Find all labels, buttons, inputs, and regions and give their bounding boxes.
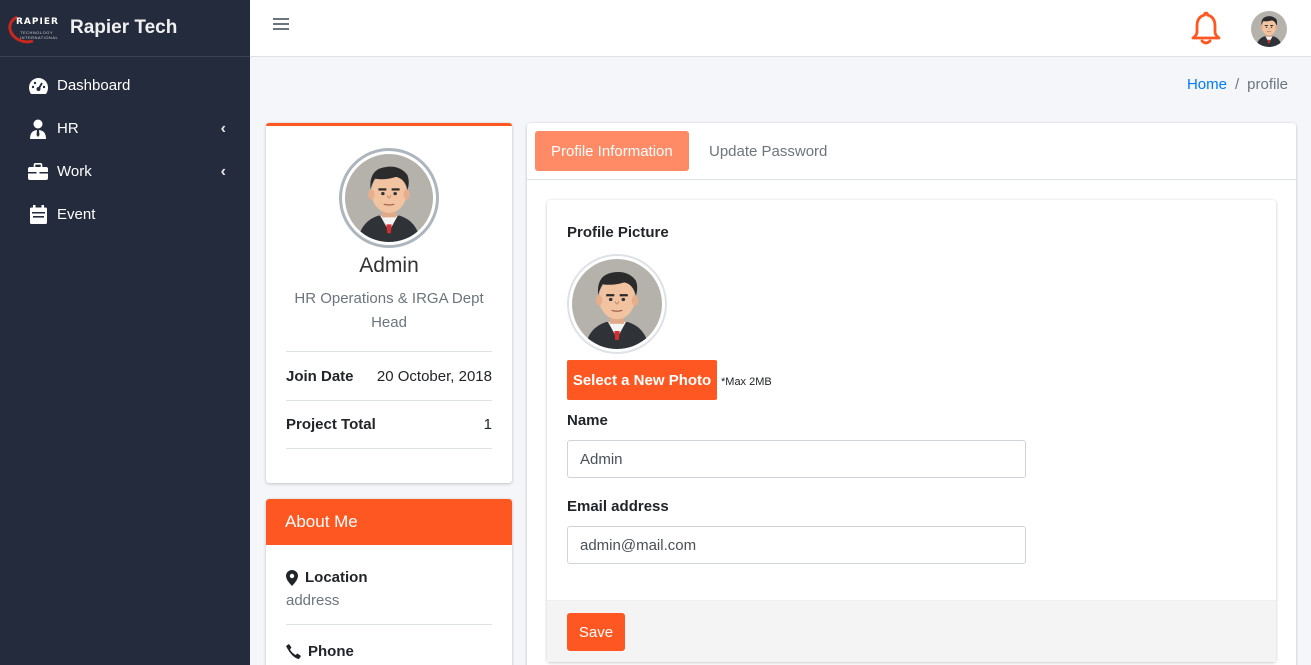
divider bbox=[286, 624, 492, 625]
max-size-note: *Max 2MB bbox=[721, 376, 772, 388]
topbar bbox=[250, 0, 1311, 57]
calendar-icon bbox=[27, 205, 49, 225]
chevron-left-icon: ‹ bbox=[220, 162, 226, 180]
about-title: About Me bbox=[266, 499, 512, 545]
profile-avatar bbox=[339, 148, 439, 248]
tab-update-password[interactable]: Update Password bbox=[693, 131, 843, 171]
tab-profile-information[interactable]: Profile Information bbox=[535, 131, 689, 171]
map-marker-icon bbox=[286, 569, 298, 586]
phone-label: Phone bbox=[308, 643, 354, 660]
brand[interactable]: RAPIER TECHNOLOGY INTERNATIONAL Rapier T… bbox=[0, 0, 250, 57]
select-photo-button[interactable]: Select a New Photo bbox=[567, 360, 717, 400]
breadcrumb-separator: / bbox=[1234, 76, 1240, 93]
location-value: address bbox=[286, 592, 340, 609]
sidebar-item-label: HR bbox=[57, 120, 79, 137]
phone-icon bbox=[286, 644, 301, 659]
profile-department: HR Operations & IRGA Dept Head bbox=[294, 290, 484, 331]
tab-bar: Profile Information Update Password bbox=[527, 123, 1296, 180]
sidebar-nav: Dashboard HR ‹ Work ‹ Event bbox=[0, 57, 250, 236]
user-tie-icon bbox=[27, 119, 49, 139]
name-input[interactable] bbox=[567, 440, 1026, 478]
about-phone: Phone bbox=[266, 643, 512, 660]
chevron-left-icon: ‹ bbox=[220, 119, 226, 137]
form-footer: Save bbox=[547, 600, 1276, 662]
about-location: Location address bbox=[266, 569, 512, 609]
about-card: About Me Location address Phone bbox=[266, 499, 512, 665]
project-total-row: Project Total 1 bbox=[286, 400, 492, 449]
sidebar-item-hr[interactable]: HR ‹ bbox=[0, 107, 250, 150]
profile-name: Admin bbox=[359, 254, 419, 277]
profile-form: Profile Picture Select a New Photo *Max … bbox=[547, 200, 1276, 662]
brand-logo: RAPIER TECHNOLOGY INTERNATIONAL bbox=[4, 10, 60, 48]
location-label: Location bbox=[305, 569, 368, 586]
email-input[interactable] bbox=[567, 526, 1026, 564]
project-total-label: Project Total bbox=[286, 416, 376, 433]
sidebar-item-event[interactable]: Event bbox=[0, 193, 250, 236]
profile-card: Admin HR Operations & IRGA Dept Head Joi… bbox=[266, 123, 512, 483]
breadcrumb-home[interactable]: Home bbox=[1187, 76, 1227, 93]
join-date-row: Join Date 20 October, 2018 bbox=[286, 351, 492, 400]
profile-settings-card: Profile Information Update Password Prof… bbox=[527, 123, 1296, 665]
join-date-label: Join Date bbox=[286, 367, 354, 385]
hamburger-icon[interactable] bbox=[273, 18, 289, 32]
save-button[interactable]: Save bbox=[567, 613, 625, 651]
user-avatar[interactable] bbox=[1251, 11, 1287, 47]
name-label: Name bbox=[567, 412, 608, 429]
profile-picture bbox=[567, 254, 667, 354]
briefcase-icon bbox=[27, 162, 49, 182]
sidebar-item-dashboard[interactable]: Dashboard bbox=[0, 64, 250, 107]
email-label: Email address bbox=[567, 498, 669, 515]
sidebar: RAPIER TECHNOLOGY INTERNATIONAL Rapier T… bbox=[0, 0, 250, 665]
sidebar-item-label: Work bbox=[57, 163, 92, 180]
bell-icon[interactable] bbox=[1190, 10, 1222, 46]
dashboard-icon bbox=[27, 76, 49, 96]
breadcrumb-current: profile bbox=[1247, 76, 1288, 93]
join-date-value: 20 October, 2018 bbox=[376, 367, 492, 385]
sidebar-item-work[interactable]: Work ‹ bbox=[0, 150, 250, 193]
breadcrumb: Home / profile bbox=[1187, 76, 1288, 93]
sidebar-item-label: Event bbox=[57, 206, 96, 223]
sidebar-item-label: Dashboard bbox=[57, 77, 131, 94]
brand-name: Rapier Tech bbox=[70, 17, 178, 38]
project-total-value: 1 bbox=[483, 416, 492, 433]
profile-picture-label: Profile Picture bbox=[567, 224, 669, 241]
